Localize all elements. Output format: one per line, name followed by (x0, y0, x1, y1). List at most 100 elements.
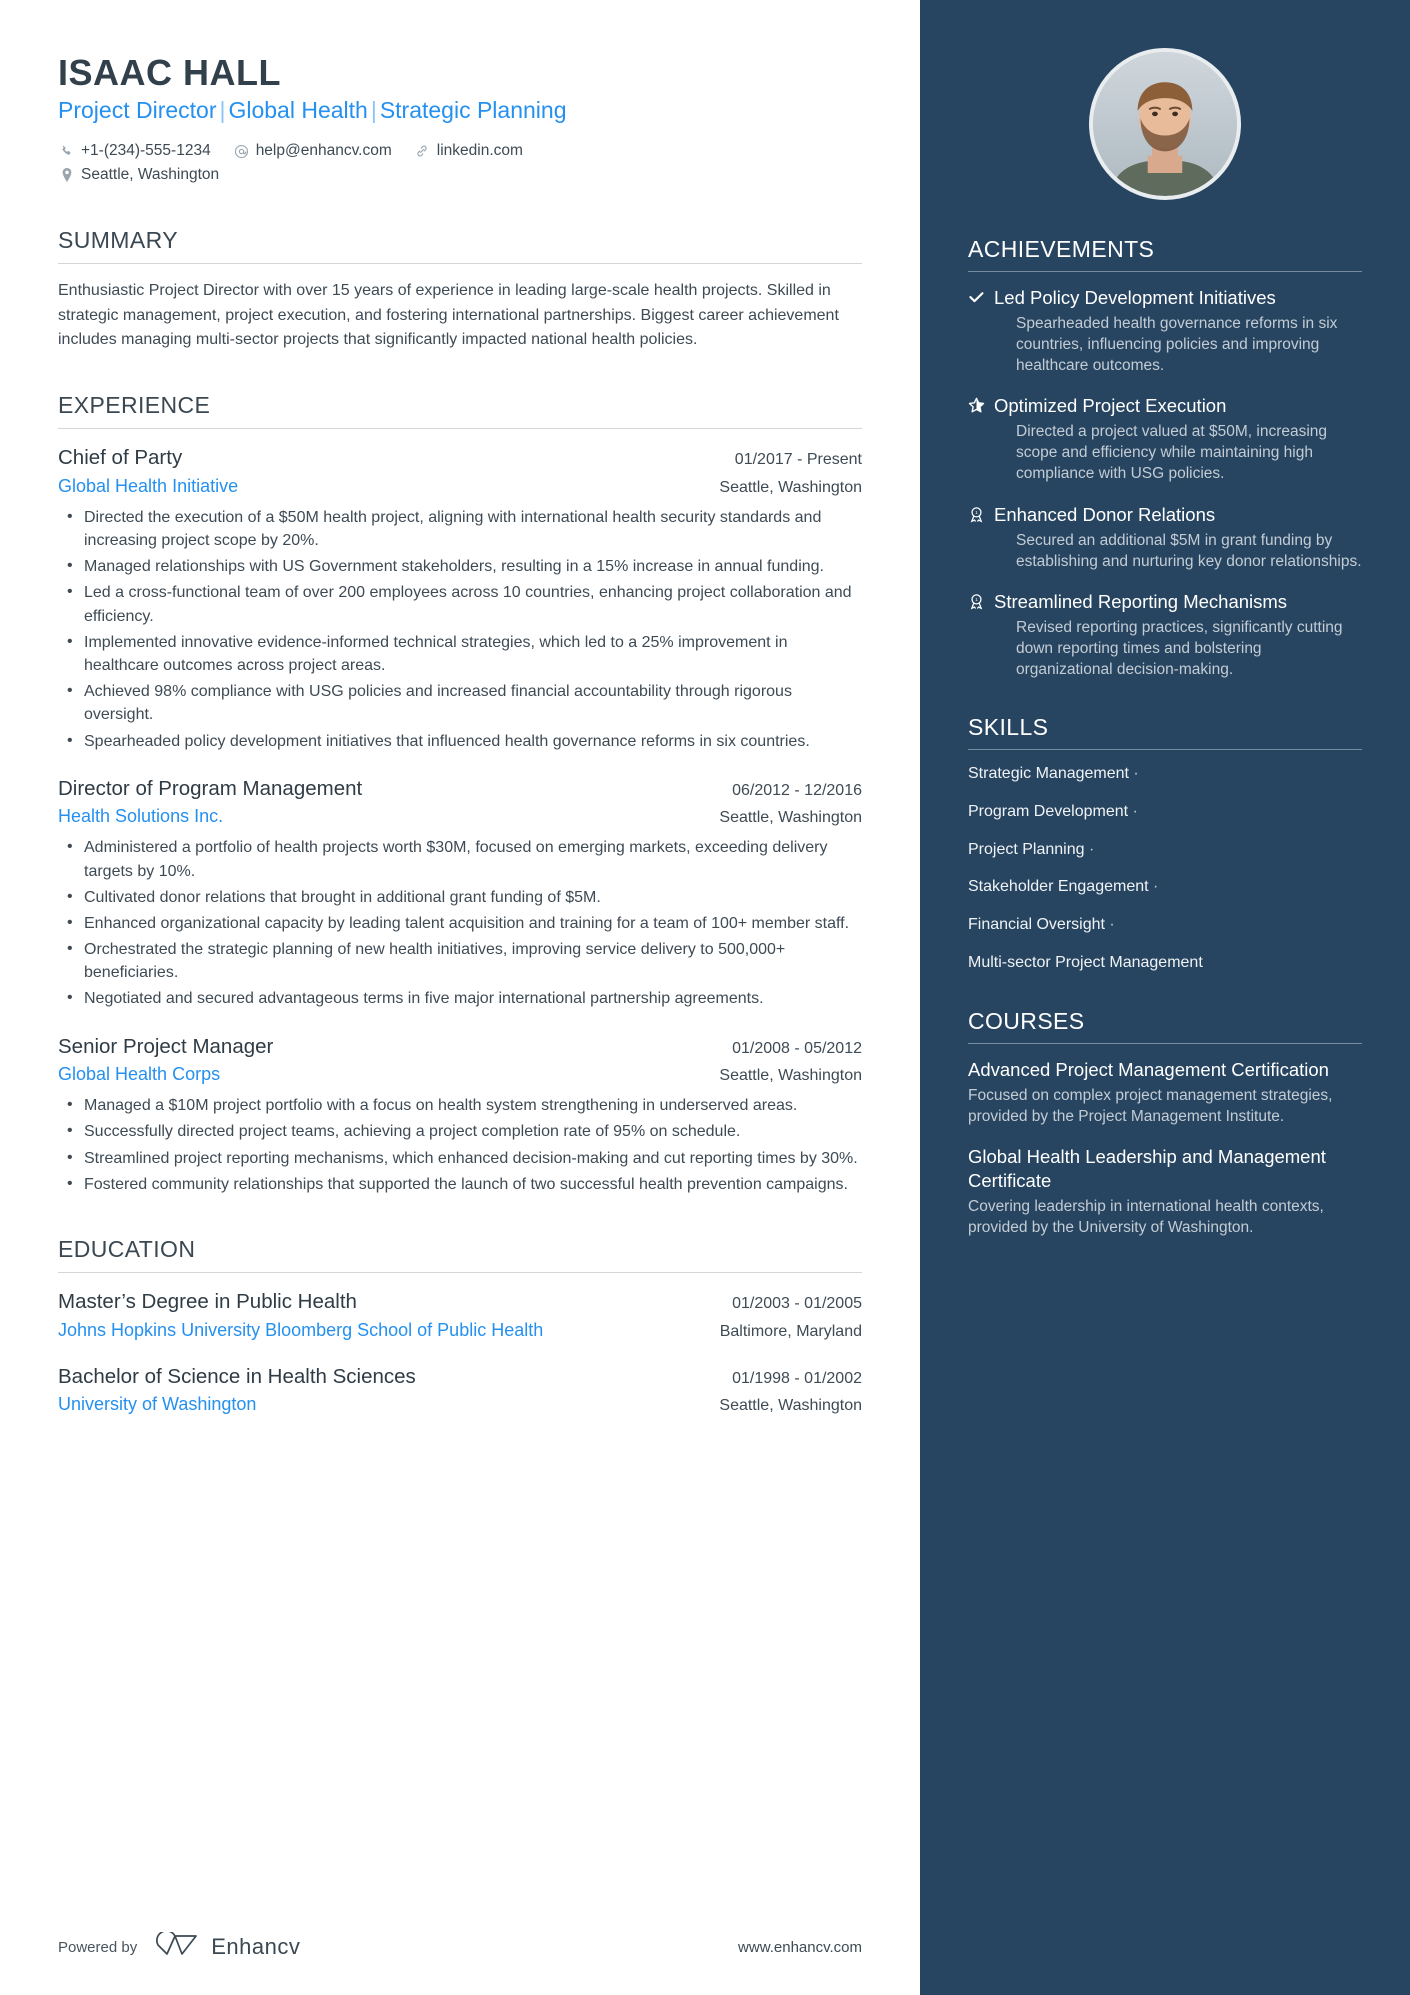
job-bullet: Successfully directed project teams, ach… (58, 1119, 862, 1143)
headline-part-2: Global Health (228, 97, 368, 124)
headline-part-3: Strategic Planning (379, 97, 567, 124)
main-column: ISAAC HALL Project Director | Global Healt… (0, 0, 920, 1995)
degree-title: Master’s Degree in Public Health (58, 1290, 357, 1314)
skills-heading: SKILLS (968, 714, 1049, 741)
sidebar: ACHIEVEMENTS Led Policy Development Init… (920, 0, 1410, 1995)
avatar-photo (1093, 52, 1237, 196)
course-item: Advanced Project Management Certificatio… (968, 1058, 1362, 1127)
contact-linkedin[interactable]: linkedin.com (414, 139, 523, 163)
contact-line-1: +1-(234)-555-1234 help@enhancv.com linke… (58, 139, 862, 163)
school-location: Baltimore, Maryland (719, 1322, 862, 1340)
experience-title-row: Chief of Party 01/2017 - Present (58, 444, 862, 472)
courses-divider (968, 1042, 1362, 1044)
achievement-body: Enhanced Donor Relations Secured an addit… (994, 503, 1362, 572)
job-date: 01/2008 - 05/2012 (732, 1039, 862, 1057)
skill-separator: · (1128, 765, 1139, 783)
skill-item: Program Development · (968, 802, 1362, 823)
job-title: Chief of Party (58, 446, 183, 470)
school-name[interactable]: University of Washington (58, 1393, 256, 1417)
course-item: Global Health Leadership and Management … (968, 1145, 1362, 1238)
brand-name: Enhancv (211, 1934, 301, 1959)
skill-item: Financial Oversight · (968, 915, 1362, 936)
achievement-item: 1 Streamlined Reporting Mechanisms Revised… (968, 590, 1362, 680)
achievement-description: Spearheaded health governance reforms in… (1016, 315, 1338, 375)
skill-separator: · (1084, 840, 1095, 858)
job-bullet: Orchestrated the strategic planning of n… (58, 937, 862, 984)
education-item: Bachelor of Science in Health Sciences 01… (58, 1363, 862, 1418)
job-bullet: Achieved 98% compliance with USG policie… (58, 679, 862, 726)
contact-line-2: Seattle, Washington (58, 163, 862, 187)
achievement-body: Streamlined Reporting Mechanisms Revised … (994, 590, 1362, 680)
star-half-icon (968, 394, 994, 484)
degree-title: Bachelor of Science in Health Sciences (58, 1364, 416, 1388)
job-bullet-list: Administered a portfolio of health proje… (58, 835, 862, 1010)
section-summary: SUMMARY Enthusiastic Project Director wi… (58, 227, 862, 352)
skill-label: Stakeholder Engagement (968, 878, 1149, 896)
skill-separator: · (1148, 878, 1159, 896)
experience-list: Chief of Party 01/2017 - Present Global He… (58, 444, 862, 1196)
contact-location: Seattle, Washington (58, 163, 219, 187)
job-company[interactable]: Global Health Corps (58, 1063, 220, 1087)
sidebar-content: ACHIEVEMENTS Led Policy Development Init… (968, 0, 1362, 1238)
course-description: Focused on complex project management st… (968, 1086, 1333, 1125)
job-company[interactable]: Global Health Initiative (58, 475, 238, 499)
job-bullet: Led a cross-functional team of over 200 … (58, 580, 862, 627)
award-ribbon-icon: 1 (968, 503, 994, 572)
skills-divider (968, 749, 1362, 751)
achievement-title: Enhanced Donor Relations (994, 503, 1216, 525)
job-bullet: Spearheaded policy development initiativ… (58, 729, 862, 753)
courses-list: Advanced Project Management Certificatio… (968, 1058, 1362, 1238)
achievement-item: Led Policy Development Initiatives Spearh… (968, 286, 1362, 376)
footer: Powered by Enhancv www.enhancv.com (0, 1899, 920, 1995)
svg-text:1: 1 (975, 510, 978, 515)
skill-item: Strategic Management · (968, 764, 1362, 785)
education-heading: EDUCATION (58, 1236, 196, 1263)
contact-email[interactable]: help@enhancv.com (233, 139, 392, 163)
school-location: Seattle, Washington (719, 1397, 862, 1415)
contact-location-text: Seattle, Washington (81, 166, 220, 184)
achievement-body: Optimized Project Execution Directed a pr… (994, 394, 1362, 484)
job-company[interactable]: Health Solutions Inc. (58, 805, 223, 829)
powered-by-label: Powered by (58, 1938, 138, 1956)
course-title: Global Health Leadership and Management … (968, 1146, 1326, 1192)
section-courses: COURSES Advanced Project Management Cert… (968, 1008, 1362, 1238)
job-bullet-list: Managed a $10M project portfolio with a … (58, 1093, 862, 1196)
education-item: Master’s Degree in Public Health 01/2003 … (58, 1288, 862, 1343)
education-list: Master’s Degree in Public Health 01/2003 … (58, 1288, 862, 1417)
experience-title-row: Senior Project Manager 01/2008 - 05/2012 (58, 1033, 862, 1061)
achievement-description: Secured an additional $5M in grant fundi… (1016, 531, 1362, 570)
degree-date: 01/1998 - 01/2002 (732, 1369, 862, 1387)
job-bullet: Managed a $10M project portfolio with a … (58, 1093, 862, 1117)
candidate-headline: Project Director | Global Health | Strategic… (58, 96, 862, 126)
avatar-container (968, 0, 1362, 236)
achievement-title: Optimized Project Execution (994, 395, 1227, 417)
contact-phone[interactable]: +1-(234)-555-1234 (58, 139, 211, 163)
job-bullet: Cultivated donor relations that brought … (58, 885, 862, 909)
skill-separator: · (1104, 916, 1115, 934)
job-bullet: Administered a portfolio of health proje… (58, 835, 862, 882)
section-skills: SKILLS Strategic Management · Program Dev… (968, 714, 1362, 974)
school-name[interactable]: Johns Hopkins University Bloomberg Schoo… (58, 1319, 543, 1343)
job-bullet: Implemented innovative evidence-informed… (58, 630, 862, 677)
email-icon (233, 143, 250, 159)
job-title: Director of Program Management (58, 776, 363, 800)
course-title: Advanced Project Management Certificatio… (968, 1058, 1329, 1080)
experience-company-row: Health Solutions Inc. Seattle, Washington (58, 805, 862, 829)
location-icon (58, 167, 75, 183)
award-ribbon-icon: 1 (968, 590, 994, 680)
job-bullet: Fostered community relationships that su… (58, 1172, 862, 1196)
headline-separator: | (219, 97, 226, 124)
experience-heading: EXPERIENCE (58, 392, 211, 419)
experience-divider (58, 428, 862, 430)
experience-item: Senior Project Manager 01/2008 - 05/2012 G… (58, 1033, 862, 1196)
job-date: 06/2012 - 12/2016 (732, 781, 862, 799)
education-divider (58, 1272, 862, 1274)
job-bullet: Streamlined project reporting mechanisms… (58, 1146, 862, 1170)
resume-page: ISAAC HALL Project Director | Global Healt… (0, 0, 1410, 1995)
skills-list: Strategic Management · Program Developmen… (968, 764, 1362, 974)
link-icon (414, 143, 431, 159)
skill-item: Stakeholder Engagement · (968, 877, 1362, 898)
skill-label: Program Development (968, 802, 1129, 820)
courses-heading: COURSES (968, 1007, 1085, 1034)
headline-separator: | (370, 97, 377, 124)
